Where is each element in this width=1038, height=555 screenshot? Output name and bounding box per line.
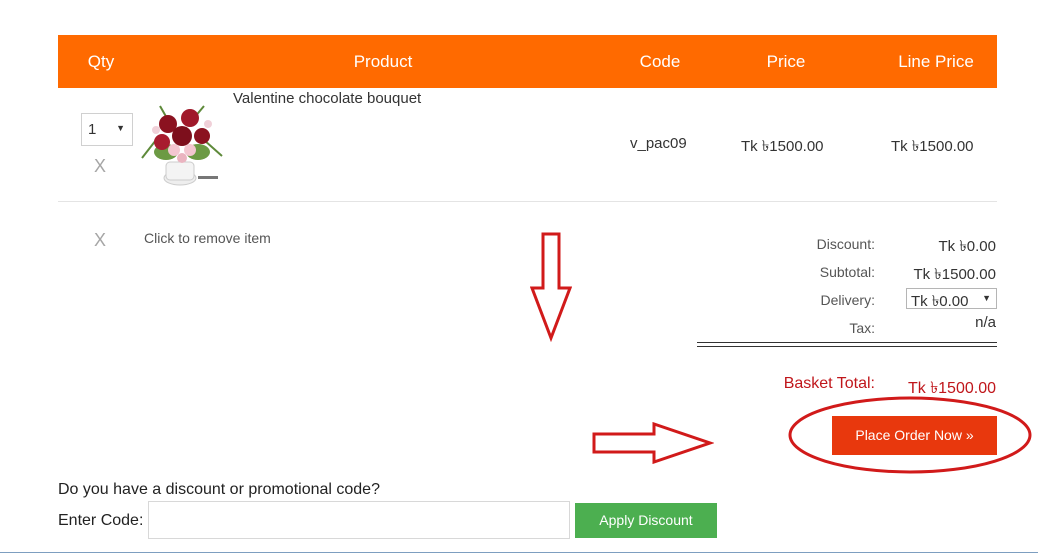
chevron-down-icon: ▼: [982, 293, 991, 303]
quantity-select[interactable]: 1 ▼: [81, 113, 133, 146]
header-line-price: Line Price: [898, 52, 974, 71]
subtotal-value: Tk ৳1500.00: [913, 266, 996, 283]
right-arrow-annotation-icon: [592, 422, 714, 464]
unit-price: Tk ৳1500.00: [741, 138, 824, 155]
discount-label: Discount:: [816, 236, 875, 252]
basket-total-label: Basket Total:: [783, 375, 875, 392]
header-code: Code: [639, 52, 681, 71]
line-price: Tk ৳1500.00: [891, 138, 974, 155]
total-divider: [697, 342, 997, 347]
header-price: Price: [766, 52, 806, 71]
place-order-button[interactable]: Place Order Now »: [832, 416, 997, 455]
subtotal-label: Subtotal:: [819, 264, 875, 280]
header-qty: Qty: [87, 52, 115, 71]
remove-item-button[interactable]: X: [94, 156, 106, 177]
delivery-label: Delivery:: [820, 292, 875, 308]
row-divider: [58, 201, 997, 202]
promo-code-input[interactable]: [148, 501, 570, 539]
product-name[interactable]: Valentine chocolate bouquet: [233, 90, 421, 107]
tax-value: n/a: [975, 314, 996, 331]
basket-table-header: Qty Product Code Price Line Price: [58, 35, 997, 88]
promo-code-label: Enter Code:: [58, 512, 144, 529]
delivery-value: Tk ৳0.00: [911, 293, 969, 310]
remove-hint-text: Click to remove item: [144, 230, 271, 246]
discount-value: Tk ৳0.00: [938, 238, 997, 255]
bottom-divider: [0, 552, 1038, 553]
header-product: Product: [353, 52, 413, 71]
product-code: v_pac09: [630, 135, 687, 152]
promo-question: Do you have a discount or promotional co…: [58, 481, 380, 498]
tax-label: Tax:: [849, 320, 875, 336]
chevron-down-icon: ▼: [116, 123, 125, 133]
delivery-select[interactable]: Tk ৳0.00 ▼: [906, 288, 997, 310]
flower-bouquet-thumbnail[interactable]: [138, 100, 228, 188]
quantity-value: 1: [88, 121, 97, 138]
remove-hint-icon: X: [94, 230, 107, 250]
down-arrow-annotation-icon: [530, 232, 572, 342]
apply-discount-button[interactable]: Apply Discount: [575, 503, 717, 538]
basket-total-value: Tk ৳1500.00: [907, 380, 996, 397]
